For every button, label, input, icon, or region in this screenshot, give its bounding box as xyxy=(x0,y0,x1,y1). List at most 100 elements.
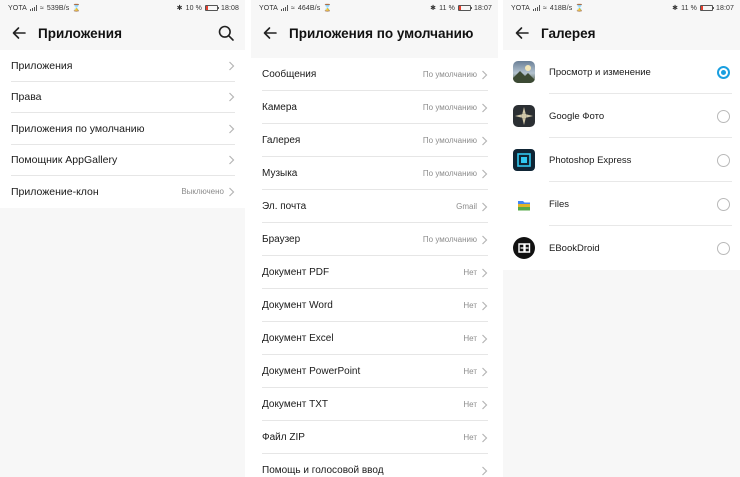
chevron-right-icon xyxy=(482,334,488,343)
default-apps-screen: YOTA ≈ 464B/s ⌛ ✱ 11 % 18:07 Приложения … xyxy=(251,0,498,477)
list-item-value: По умолчанию xyxy=(422,169,477,178)
app-name: Files xyxy=(549,198,570,210)
radio-unselected[interactable] xyxy=(717,197,730,211)
radio-unselected[interactable] xyxy=(717,109,730,123)
chevron-right-icon xyxy=(482,400,488,409)
list-item-label: Эл. почта xyxy=(262,201,307,212)
default-app-zip[interactable]: Файл ZIP Нет xyxy=(251,421,498,454)
default-app-music[interactable]: Музыка По умолчанию xyxy=(251,157,498,190)
hourglass-icon: ⌛ xyxy=(72,5,82,12)
default-app-txt[interactable]: Документ TXT Нет xyxy=(251,388,498,421)
wifi-icon: ≈ xyxy=(290,4,295,12)
chevron-right-icon xyxy=(482,433,488,442)
clock: 18:07 xyxy=(715,4,734,12)
battery-percent: 11 % xyxy=(439,4,455,12)
list-item-label: Галерея xyxy=(262,135,301,146)
bluetooth-icon: ✱ xyxy=(430,5,437,12)
list-item-label: Документ PDF xyxy=(262,267,330,278)
chevron-right-icon xyxy=(482,268,488,277)
chevron-right-icon xyxy=(482,70,488,79)
list-item-value: Нет xyxy=(463,334,477,343)
list-item-label: Приложения по умолчанию xyxy=(11,122,145,135)
app-bar: Приложения xyxy=(0,16,245,50)
settings-list: Приложения Права Приложения по умолчанию… xyxy=(0,50,245,208)
list-item-value: Gmail xyxy=(456,202,477,211)
radio-selected[interactable] xyxy=(717,65,730,79)
status-bar: YOTA ≈ 464B/s ⌛ ✱ 11 % 18:07 xyxy=(251,0,498,16)
chevron-right-icon xyxy=(482,169,488,178)
carrier-label: YOTA xyxy=(259,4,278,12)
clock: 18:07 xyxy=(473,4,492,12)
battery-icon xyxy=(699,5,715,11)
status-bar: YOTA ≈ 418B/s ⌛ ✱ 11 % 18:07 xyxy=(503,0,740,16)
app-option-ebookdroid[interactable]: EBookDroid xyxy=(503,226,740,270)
page-title: Галерея xyxy=(541,25,596,41)
google-photos-icon xyxy=(513,105,535,127)
list-item-value: По умолчанию xyxy=(422,70,477,79)
app-bar: Приложения по умолчанию xyxy=(251,16,498,50)
list-item-value: Выключено xyxy=(181,187,224,197)
network-speed: 539B/s xyxy=(46,4,70,12)
list-item-permissions[interactable]: Права xyxy=(0,82,245,113)
list-item-app-clone[interactable]: Приложение-клон Выключено xyxy=(0,176,245,208)
carrier-label: YOTA xyxy=(8,4,27,12)
list-item-value: По умолчанию xyxy=(422,136,477,145)
battery-percent: 10 % xyxy=(185,4,202,12)
default-app-messages[interactable]: Сообщения По умолчанию xyxy=(251,58,498,91)
back-arrow-icon[interactable] xyxy=(261,24,279,42)
hourglass-icon: ⌛ xyxy=(323,5,333,12)
list-item-label: Сообщения xyxy=(262,69,317,80)
back-arrow-icon[interactable] xyxy=(10,24,28,42)
default-app-email[interactable]: Эл. почта Gmail xyxy=(251,190,498,223)
network-speed: 464B/s xyxy=(297,4,321,12)
back-arrow-icon[interactable] xyxy=(513,24,531,42)
list-item-value: Нет xyxy=(463,433,477,442)
default-app-pdf[interactable]: Документ PDF Нет xyxy=(251,256,498,289)
list-item-label: Помощь и голосовой ввод xyxy=(262,465,384,476)
chevron-right-icon xyxy=(229,92,235,102)
battery-percent: 11 % xyxy=(681,4,697,12)
list-item-label: Браузер xyxy=(262,234,301,245)
default-app-camera[interactable]: Камера По умолчанию xyxy=(251,91,498,124)
default-app-assist-voice[interactable]: Помощь и голосовой ввод xyxy=(251,454,498,477)
gallery-icon xyxy=(513,61,535,83)
app-name: EBookDroid xyxy=(549,242,600,254)
radio-unselected[interactable] xyxy=(717,153,730,167)
default-app-excel[interactable]: Документ Excel Нет xyxy=(251,322,498,355)
signal-icon xyxy=(532,5,541,11)
list-item-label: Приложение-клон xyxy=(11,185,99,198)
search-icon[interactable] xyxy=(217,24,235,42)
list-item-appgallery-assistant[interactable]: Помощник AppGallery xyxy=(0,145,245,176)
list-item-default-apps[interactable]: Приложения по умолчанию xyxy=(0,113,245,145)
wifi-icon: ≈ xyxy=(542,4,547,12)
list-item-label: Приложения xyxy=(11,59,73,72)
app-name: Photoshop Express xyxy=(549,154,632,166)
app-choice-list: Просмотр и изменение Google Фото Photosh… xyxy=(503,50,740,270)
chevron-right-icon xyxy=(482,235,488,244)
list-item-value: По умолчанию xyxy=(422,235,477,244)
app-option-photoshop-express[interactable]: Photoshop Express xyxy=(503,138,740,182)
chevron-right-icon xyxy=(229,187,235,197)
radio-unselected[interactable] xyxy=(717,241,730,255)
chevron-right-icon xyxy=(229,155,235,165)
list-item-label: Камера xyxy=(262,102,297,113)
default-app-gallery[interactable]: Галерея По умолчанию xyxy=(251,124,498,157)
carrier-label: YOTA xyxy=(511,4,530,12)
default-app-browser[interactable]: Браузер По умолчанию xyxy=(251,223,498,256)
app-bar: Галерея xyxy=(503,16,740,50)
app-option-files[interactable]: Files xyxy=(503,182,740,226)
list-item-label: Файл ZIP xyxy=(262,432,305,443)
apps-screen: YOTA ≈ 539B/s ⌛ ✱ 10 % 18:08 Приложения … xyxy=(0,0,245,477)
app-option-google-photos[interactable]: Google Фото xyxy=(503,94,740,138)
default-app-word[interactable]: Документ Word Нет xyxy=(251,289,498,322)
chevron-right-icon xyxy=(482,202,488,211)
app-name: Просмотр и изменение xyxy=(549,66,651,78)
app-option-gallery[interactable]: Просмотр и изменение xyxy=(503,50,740,94)
list-item-label: Документ Excel xyxy=(262,333,334,344)
list-item-value: По умолчанию xyxy=(422,103,477,112)
list-item-apps[interactable]: Приложения xyxy=(0,50,245,82)
signal-icon xyxy=(29,5,38,11)
bluetooth-icon: ✱ xyxy=(176,5,183,12)
default-app-powerpoint[interactable]: Документ PowerPoint Нет xyxy=(251,355,498,388)
chevron-right-icon xyxy=(482,301,488,310)
